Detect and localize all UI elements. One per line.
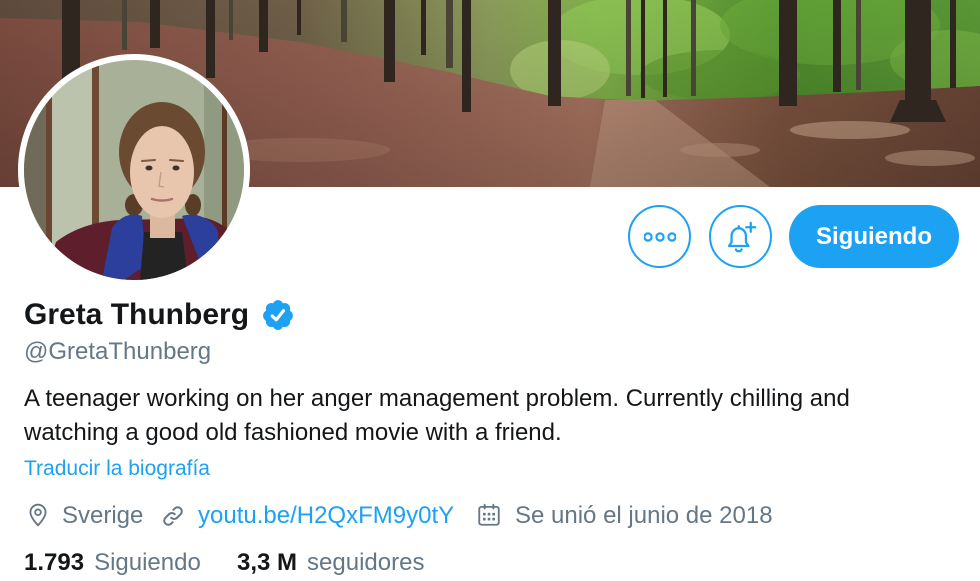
location-pin-icon [29,503,47,527]
banner-tree-trunk [462,0,471,112]
banner-tree-trunk [297,0,301,35]
following-count: 1.793 [24,549,85,576]
display-name-row: Greta Thunberg [24,297,295,333]
link-icon [163,506,183,526]
following-stat-link[interactable]: 1.793 Siguiendo [24,551,201,575]
banner-tree-trunk [206,0,215,78]
banner-tree-trunk [663,0,667,97]
banner-tree-trunk [150,0,160,48]
banner-tree-trunk [384,0,395,82]
more-horizontal-icon [643,231,676,242]
banner-tree-trunk [641,0,645,98]
location-text: Sverige [62,502,144,529]
join-date: Se unió el junio de 2018 [515,502,773,529]
calendar-icon [478,503,500,526]
banner-tree-trunk [421,0,426,55]
banner-tree-trunk [229,0,233,40]
followers-label: seguidores [307,549,425,576]
banner-tree-trunk [341,0,347,42]
translate-bio-link[interactable]: Traducir la biografía [24,458,210,479]
banner-tree-trunk [691,0,696,96]
website-link[interactable]: youtu.be/H2QxFM9y0tY [198,504,454,528]
banner-tree-trunk [950,0,956,88]
avatar[interactable] [18,54,250,286]
more-options-button[interactable] [628,205,691,268]
username-handle: @GretaThunberg [24,338,212,365]
bio: A teenager working on her anger manageme… [24,385,850,446]
banner-tree-trunk [626,0,631,96]
banner-tree-trunk [779,0,797,106]
following-button[interactable]: Siguiendo [789,205,959,268]
avatar-photo [24,60,244,280]
banner-tree-trunk [446,0,453,68]
following-label: Siguiendo [94,549,201,576]
bell-plus-icon [727,221,756,252]
banner-tree-trunk [856,0,861,90]
verified-badge-icon [263,300,293,330]
banner-tree-trunk [259,0,268,52]
followers-count: 3,3 M [237,549,298,576]
banner-tree-trunk [548,0,561,106]
followers-stat-link[interactable]: 3,3 M seguidores [237,551,424,575]
banner-tree-trunk [122,0,127,50]
banner-tree-trunk [833,0,841,92]
display-name: Greta Thunberg [24,298,250,331]
notifications-button[interactable] [709,205,772,268]
